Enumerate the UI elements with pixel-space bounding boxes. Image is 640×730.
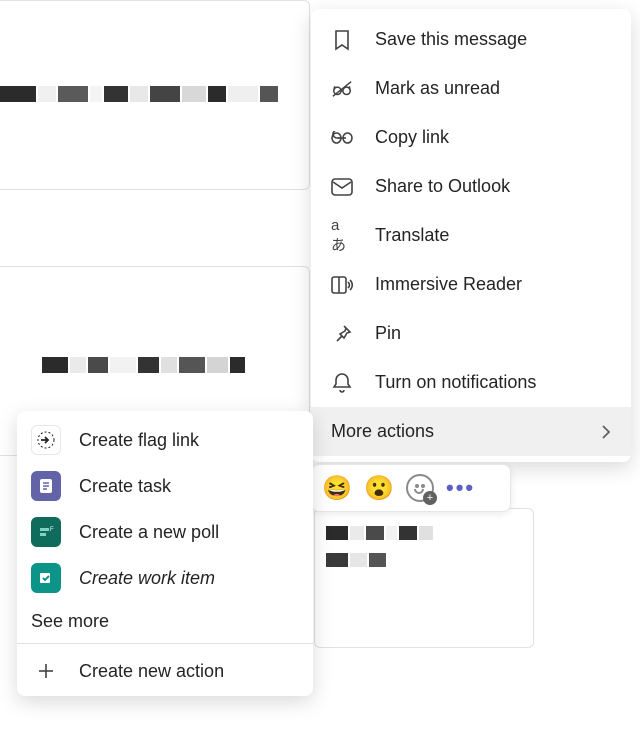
menu-item-label: Share to Outlook bbox=[375, 176, 510, 197]
menu-item-label: Pin bbox=[375, 323, 401, 344]
submenu-see-more[interactable]: See more bbox=[17, 601, 313, 641]
add-reaction-button[interactable]: + bbox=[406, 474, 434, 502]
message-context-menu: Save this message Mark as unread Copy li… bbox=[311, 9, 631, 462]
flag-link-app-icon bbox=[31, 425, 61, 455]
more-actions-submenu: Create flag link Create task F Create a … bbox=[17, 411, 313, 696]
menu-item-label: Immersive Reader bbox=[375, 274, 522, 295]
submenu-item-label: Create task bbox=[79, 476, 171, 497]
submenu-item-create-poll[interactable]: F Create a new poll bbox=[17, 509, 313, 555]
submenu-create-new-action[interactable]: Create new action bbox=[17, 646, 313, 696]
reader-icon bbox=[331, 274, 353, 296]
submenu-item-label: Create work item bbox=[79, 568, 215, 589]
reaction-bar: 😆 😮 + ••• bbox=[311, 464, 511, 512]
see-more-label: See more bbox=[31, 611, 109, 632]
create-action-label: Create new action bbox=[79, 661, 224, 682]
more-options-icon[interactable]: ••• bbox=[446, 475, 475, 501]
menu-item-pin[interactable]: Pin bbox=[311, 309, 631, 358]
submenu-item-label: Create flag link bbox=[79, 430, 199, 451]
menu-item-save-message[interactable]: Save this message bbox=[311, 15, 631, 64]
menu-item-share-outlook[interactable]: Share to Outlook bbox=[311, 162, 631, 211]
pin-icon bbox=[331, 323, 353, 345]
link-icon bbox=[331, 127, 353, 149]
menu-item-translate[interactable]: aあ Translate bbox=[311, 211, 631, 260]
chevron-right-icon bbox=[601, 424, 611, 440]
submenu-item-label: Create a new poll bbox=[79, 522, 219, 543]
menu-item-label: Mark as unread bbox=[375, 78, 500, 99]
mail-icon bbox=[331, 176, 353, 198]
reaction-surprised[interactable]: 😮 bbox=[364, 473, 394, 503]
menu-item-label: Turn on notifications bbox=[375, 372, 536, 393]
reaction-laugh[interactable]: 😆 bbox=[322, 473, 352, 503]
menu-item-label: Save this message bbox=[375, 29, 527, 50]
poll-app-icon: F bbox=[31, 517, 61, 547]
submenu-item-create-work-item[interactable]: Create work item bbox=[17, 555, 313, 601]
submenu-divider bbox=[17, 643, 313, 644]
menu-item-label: Translate bbox=[375, 225, 449, 246]
svg-text:F: F bbox=[50, 527, 54, 533]
work-item-app-icon bbox=[31, 563, 61, 593]
menu-item-more-actions[interactable]: More actions bbox=[311, 407, 631, 456]
menu-item-notifications[interactable]: Turn on notifications bbox=[311, 358, 631, 407]
menu-item-copy-link[interactable]: Copy link bbox=[311, 113, 631, 162]
bell-icon bbox=[331, 372, 353, 394]
submenu-item-create-task[interactable]: Create task bbox=[17, 463, 313, 509]
submenu-item-create-flag-link[interactable]: Create flag link bbox=[17, 417, 313, 463]
glasses-off-icon bbox=[331, 78, 353, 100]
translate-icon: aあ bbox=[331, 225, 353, 247]
task-app-icon bbox=[31, 471, 61, 501]
bookmark-icon bbox=[331, 29, 353, 51]
menu-item-label: Copy link bbox=[375, 127, 449, 148]
menu-item-label: More actions bbox=[331, 421, 434, 442]
menu-item-immersive-reader[interactable]: Immersive Reader bbox=[311, 260, 631, 309]
plus-icon bbox=[31, 656, 61, 686]
menu-item-mark-unread[interactable]: Mark as unread bbox=[311, 64, 631, 113]
